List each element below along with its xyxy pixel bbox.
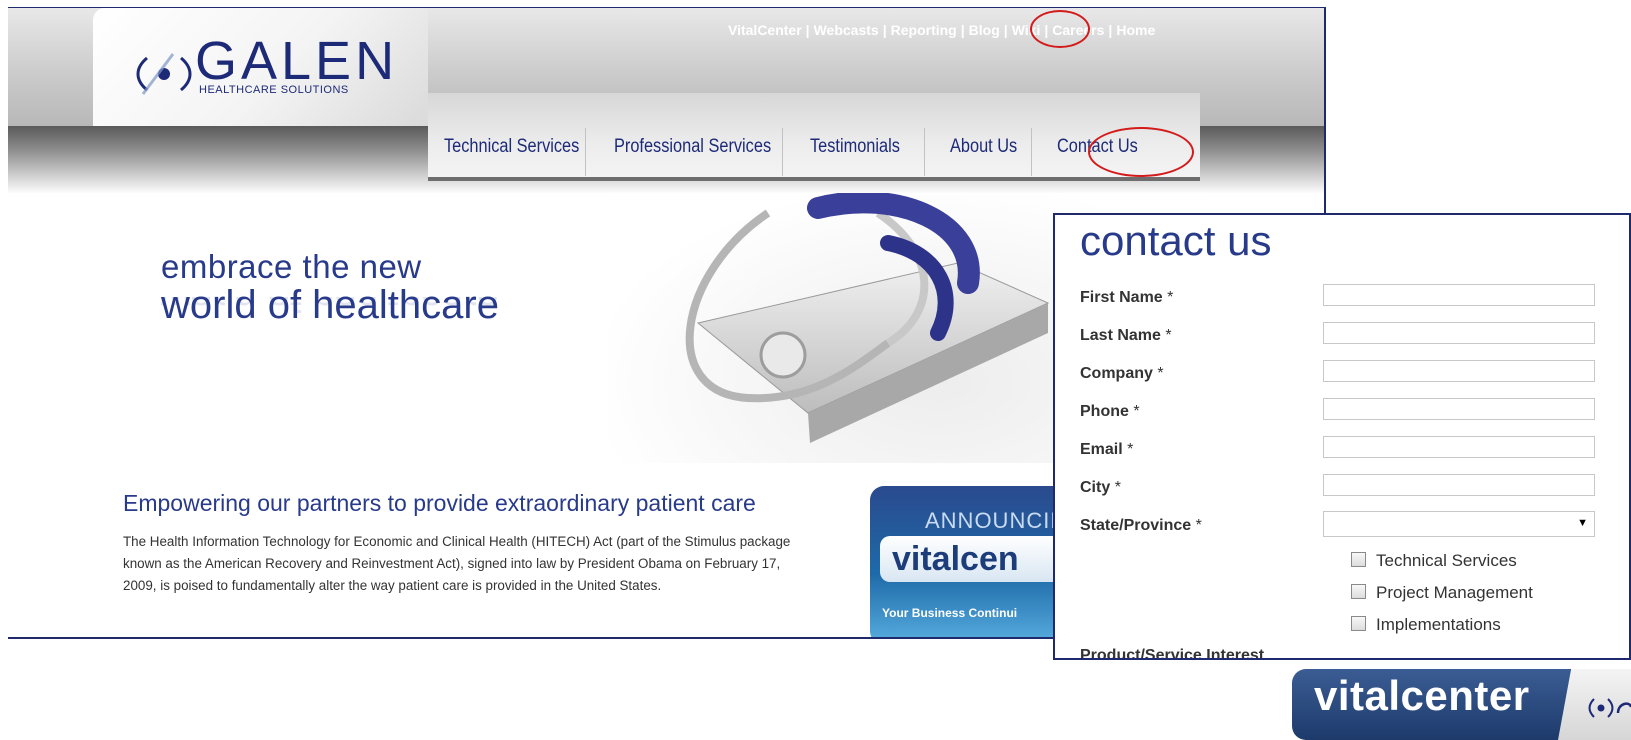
label-text: State/Province bbox=[1080, 517, 1192, 534]
email-label: Email * bbox=[1080, 441, 1133, 459]
nav-divider bbox=[782, 128, 783, 176]
top-links: VitalCenter | Webcasts | Reporting | Blog | Wiki… bbox=[728, 22, 1155, 38]
state-province-label: State/Province * bbox=[1080, 517, 1202, 535]
top-link-home[interactable]: Home bbox=[1116, 22, 1155, 38]
last-name-field[interactable] bbox=[1323, 322, 1595, 344]
required-marker: * bbox=[1157, 365, 1164, 382]
city-field[interactable] bbox=[1323, 474, 1595, 496]
hero-tagline-reflection: world of healthcare bbox=[161, 297, 499, 319]
logo[interactable]: GALEN HEALTHCARE SOLUTIONS bbox=[93, 8, 428, 126]
content-body: The Health Information Technology for Ec… bbox=[123, 534, 791, 593]
nav-divider bbox=[585, 128, 586, 176]
wiki-highlight-circle bbox=[1030, 10, 1090, 48]
separator: | bbox=[882, 22, 887, 38]
checkbox-label: Implementations bbox=[1376, 615, 1501, 634]
nav-professional-services[interactable]: Professional Services bbox=[614, 136, 771, 158]
label-text: Phone bbox=[1080, 403, 1129, 420]
required-marker: * bbox=[1114, 479, 1121, 496]
required-marker: * bbox=[1165, 327, 1172, 344]
label-text: Email bbox=[1080, 441, 1123, 458]
required-marker: * bbox=[1133, 403, 1140, 420]
label-text: Last Name bbox=[1080, 327, 1161, 344]
announcement-tagline: Your Business Continui bbox=[882, 606, 1018, 620]
product-service-interest-label: Product/Service Interest bbox=[1080, 647, 1265, 660]
footer-brand-text: vitalcenter bbox=[1314, 672, 1530, 719]
phone-label: Phone * bbox=[1080, 403, 1140, 421]
last-name-label: Last Name * bbox=[1080, 327, 1172, 345]
interest-option-technical-services[interactable]: Technical Services bbox=[1351, 551, 1517, 571]
required-marker: * bbox=[1167, 289, 1174, 306]
checkbox[interactable] bbox=[1351, 552, 1366, 567]
separator: | bbox=[805, 22, 810, 38]
hero-tagline-line1: embrace the new bbox=[161, 248, 422, 285]
contact-form-panel: contact us First Name * Last Name * Comp… bbox=[1053, 213, 1631, 660]
label-text: City bbox=[1080, 479, 1111, 496]
company-label: Company * bbox=[1080, 365, 1164, 383]
checkbox-label: Technical Services bbox=[1376, 551, 1517, 570]
top-link-reporting[interactable]: Reporting bbox=[891, 22, 957, 38]
nav-testimonials[interactable]: Testimonials bbox=[810, 136, 900, 158]
first-name-label: First Name * bbox=[1080, 289, 1173, 307]
announcement-banner[interactable]: ANNOUNCIN vitalcen Your Business Continu… bbox=[870, 486, 1070, 637]
stethoscope-image bbox=[685, 193, 1050, 443]
logo-subtitle: HEALTHCARE SOLUTIONS bbox=[199, 84, 349, 96]
city-label: City * bbox=[1080, 479, 1121, 497]
interest-option-project-management[interactable]: Project Management bbox=[1351, 583, 1533, 603]
contact-form-title: contact us bbox=[1080, 217, 1272, 264]
announcement-brand: vitalcen bbox=[892, 540, 1019, 578]
main-nav: Technical Services Professional Services… bbox=[428, 93, 1200, 181]
label-text: Company bbox=[1080, 365, 1153, 382]
checkbox[interactable] bbox=[1351, 584, 1366, 599]
logo-swoosh-icon bbox=[136, 53, 192, 95]
top-link-vitalcenter[interactable]: VitalCenter bbox=[728, 22, 802, 38]
nav-divider bbox=[1031, 128, 1032, 176]
checkbox-label: Project Management bbox=[1376, 583, 1533, 602]
required-marker: * bbox=[1127, 441, 1134, 458]
footer-logo-icon bbox=[1588, 698, 1631, 718]
logo-wordmark: GALEN bbox=[195, 31, 399, 91]
phone-field[interactable] bbox=[1323, 398, 1595, 420]
first-name-field[interactable] bbox=[1323, 284, 1595, 306]
checkbox[interactable] bbox=[1351, 616, 1366, 631]
separator: | bbox=[1108, 22, 1113, 38]
content-headline: Empowering our partners to provide extra… bbox=[123, 490, 756, 516]
top-link-webcasts[interactable]: Webcasts bbox=[814, 22, 879, 38]
required-marker: * bbox=[1195, 517, 1202, 534]
interest-option-implementations[interactable]: Implementations bbox=[1351, 615, 1501, 635]
separator: | bbox=[1003, 22, 1008, 38]
top-link-blog[interactable]: Blog bbox=[969, 22, 1000, 38]
nav-about-us[interactable]: About Us bbox=[950, 136, 1017, 158]
state-province-select[interactable]: ▼ bbox=[1323, 511, 1595, 537]
nav-technical-services[interactable]: Technical Services bbox=[444, 136, 579, 158]
email-field[interactable] bbox=[1323, 436, 1595, 458]
announcement-title: ANNOUNCIN bbox=[925, 508, 1068, 533]
separator: | bbox=[960, 22, 965, 38]
contact-highlight-circle bbox=[1088, 127, 1194, 177]
nav-divider bbox=[924, 128, 925, 176]
dropdown-arrow-icon: ▼ bbox=[1577, 517, 1588, 529]
label-text: First Name bbox=[1080, 289, 1163, 306]
company-field[interactable] bbox=[1323, 360, 1595, 382]
